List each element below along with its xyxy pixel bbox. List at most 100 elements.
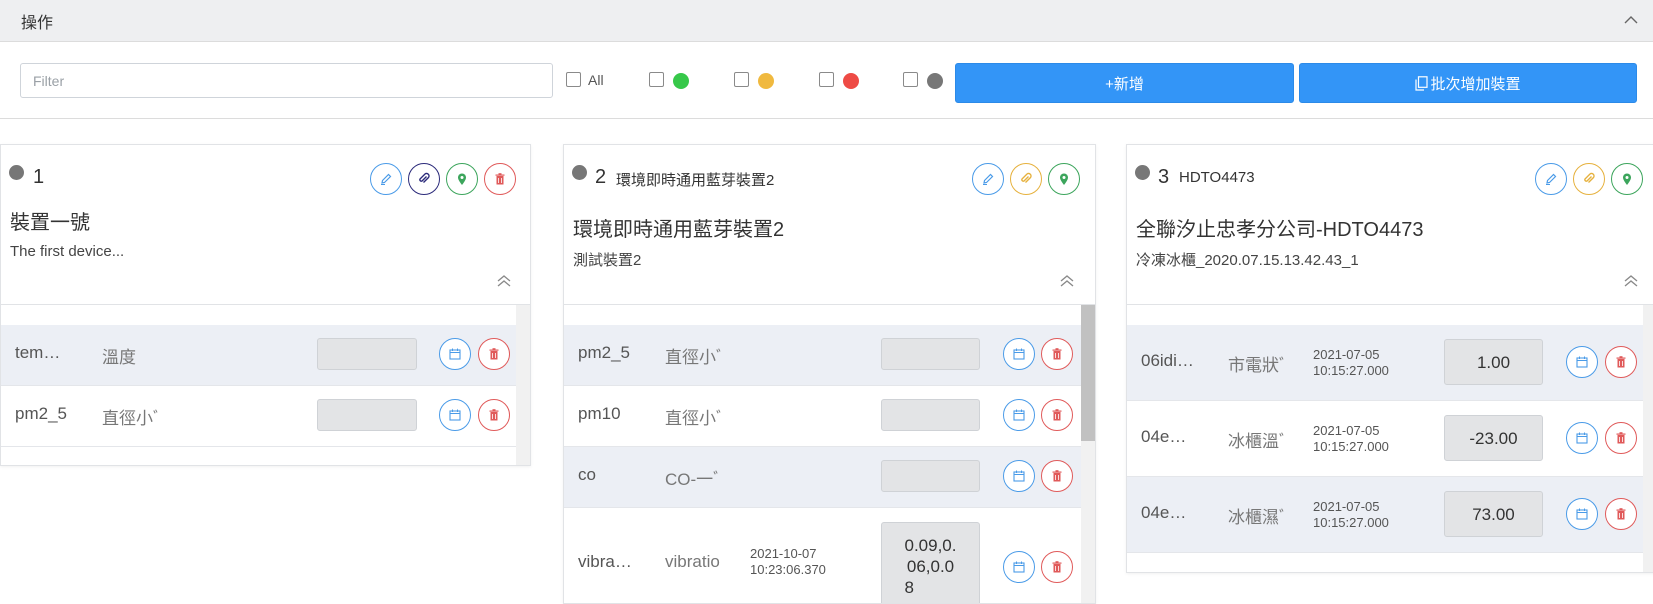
device-card-header: 1 裝置一號 The first device... (1, 145, 530, 305)
location-icon (1060, 173, 1068, 185)
filter-gray-checkbox[interactable] (903, 72, 918, 87)
delete-sensor-button[interactable] (1041, 551, 1073, 583)
sensor-key: pm10 (578, 404, 621, 423)
sensor-value (317, 338, 417, 370)
sensor-list: 06idi… 市電狀ﾞ 2021-07-05 10:15:27.000 1.00… (1127, 305, 1653, 572)
filter-yellow-checkbox[interactable] (734, 72, 749, 87)
device-description: 測試裝置2 (573, 252, 642, 269)
sensor-name: CO-一ﾞ (665, 470, 721, 489)
location-icon (458, 173, 466, 185)
green-status-dot (673, 73, 689, 89)
calendar-button[interactable] (1003, 551, 1035, 583)
add-button[interactable]: +新增 (955, 63, 1294, 103)
filter-red-checkbox[interactable] (819, 72, 834, 87)
trash-icon (495, 173, 505, 185)
delete-sensor-button[interactable] (478, 399, 510, 431)
collapse-chevron-icon[interactable] (1623, 275, 1639, 287)
edit-icon (1546, 173, 1557, 185)
filter-all-checkbox[interactable] (566, 72, 581, 87)
delete-sensor-button[interactable] (1041, 338, 1073, 370)
device-card: 3 HDTO4473 全聯汐止忠孝分公司-HDTO4473 冷凍冰櫃_2020.… (1126, 144, 1653, 573)
sensor-value: 73.00 (1444, 491, 1543, 537)
delete-sensor-button[interactable] (1605, 346, 1637, 378)
delete-sensor-button[interactable] (478, 338, 510, 370)
chevron-up-icon[interactable] (1623, 14, 1639, 26)
sensor-value (881, 460, 980, 492)
scrollbar[interactable] (1643, 305, 1653, 572)
sensor-key: 06idi… (1141, 351, 1194, 370)
calendar-button[interactable] (1566, 346, 1598, 378)
device-description: The first device... (10, 243, 125, 260)
device-status-dot (1135, 165, 1150, 180)
calendar-icon (1013, 470, 1025, 482)
link-icon (419, 172, 430, 183)
edit-button[interactable] (1535, 163, 1567, 195)
scrollbar-thumb[interactable] (1081, 305, 1095, 441)
sensor-timestamp: 2021-07-05 10:15:27.000 (1313, 499, 1389, 530)
scrollbar[interactable] (516, 305, 530, 465)
sensor-value (881, 338, 980, 370)
calendar-icon (1013, 348, 1025, 360)
sensor-value (317, 399, 417, 431)
sensor-list: pm2_5 直徑小ﾞ pm10 直徑小ﾞ co CO-一ﾞ vibra… vib… (564, 305, 1095, 603)
sensor-key: co (578, 465, 596, 484)
device-card-header: 3 HDTO4473 全聯汐止忠孝分公司-HDTO4473 冷凍冰櫃_2020.… (1127, 145, 1653, 305)
sensor-row: 06idi… 市電狀ﾞ 2021-07-05 10:15:27.000 1.00 (1127, 325, 1643, 401)
batch-add-devices-button[interactable]: 批次增加裝置 (1299, 63, 1637, 103)
sensor-row: tem… 溫度 (1, 325, 516, 386)
sensor-timestamp: 2021-07-05 10:15:27.000 (1313, 347, 1389, 378)
sensor-name: 溫度 (102, 348, 136, 367)
sensor-name: 直徑小ﾞ (665, 348, 721, 367)
sensor-key: 04e… (1141, 503, 1187, 522)
batch-add-label: 批次增加裝置 (1430, 75, 1521, 93)
sensor-name: 直徑小ﾞ (665, 409, 721, 428)
location-button[interactable] (1048, 163, 1080, 195)
delete-button[interactable] (484, 163, 516, 195)
calendar-button[interactable] (439, 338, 471, 370)
calendar-icon (449, 409, 461, 421)
device-name: 全聯汐止忠孝分公司-HDTO4473 (1136, 219, 1424, 241)
edit-button[interactable] (972, 163, 1004, 195)
link-button[interactable] (408, 163, 440, 195)
sensor-name: 冰櫃溫ﾞ (1228, 432, 1284, 451)
delete-sensor-button[interactable] (1041, 399, 1073, 431)
device-subtitle: 環境即時通用藍芽裝置2 (616, 172, 775, 189)
device-card: 1 裝置一號 The first device... tem… 溫度 pm2_5… (0, 144, 531, 466)
location-button[interactable] (446, 163, 478, 195)
link-button[interactable] (1573, 163, 1605, 195)
calendar-button[interactable] (439, 399, 471, 431)
calendar-icon (1576, 432, 1588, 444)
device-description: 冷凍冰櫃_2020.07.15.13.42.43_1 (1136, 252, 1359, 269)
calendar-button[interactable] (1003, 460, 1035, 492)
location-button[interactable] (1611, 163, 1643, 195)
calendar-button[interactable] (1566, 498, 1598, 530)
calendar-button[interactable] (1003, 338, 1035, 370)
calendar-button[interactable] (1003, 399, 1035, 431)
delete-sensor-button[interactable] (1041, 460, 1073, 492)
trash-icon (1616, 432, 1626, 444)
trash-icon (1052, 409, 1062, 421)
filter-all-label: All (588, 72, 604, 88)
trash-icon (1616, 356, 1626, 368)
document-copy-icon (1415, 75, 1429, 91)
filter-input[interactable] (20, 63, 553, 98)
calendar-button[interactable] (1566, 422, 1598, 454)
device-status-dot (9, 165, 24, 180)
collapse-chevron-icon[interactable] (1059, 275, 1075, 287)
sensor-value: -23.00 (1444, 415, 1543, 461)
operations-header: 操作 (0, 0, 1653, 42)
yellow-status-dot (758, 73, 774, 89)
sensor-row: vibra… vibratio 2021-10-07 10:23:06.370 … (564, 508, 1081, 603)
trash-icon (1616, 508, 1626, 520)
delete-sensor-button[interactable] (1605, 422, 1637, 454)
device-subtitle: HDTO4473 (1179, 169, 1255, 186)
edit-button[interactable] (370, 163, 402, 195)
device-name: 環境即時通用藍芽裝置2 (573, 219, 785, 241)
sensor-name: 市電狀ﾞ (1228, 356, 1284, 375)
link-button[interactable] (1010, 163, 1042, 195)
delete-sensor-button[interactable] (1605, 498, 1637, 530)
sensor-name: vibratio (665, 552, 720, 571)
filter-green-checkbox[interactable] (649, 72, 664, 87)
collapse-chevron-icon[interactable] (496, 275, 512, 287)
edit-icon (983, 173, 994, 185)
